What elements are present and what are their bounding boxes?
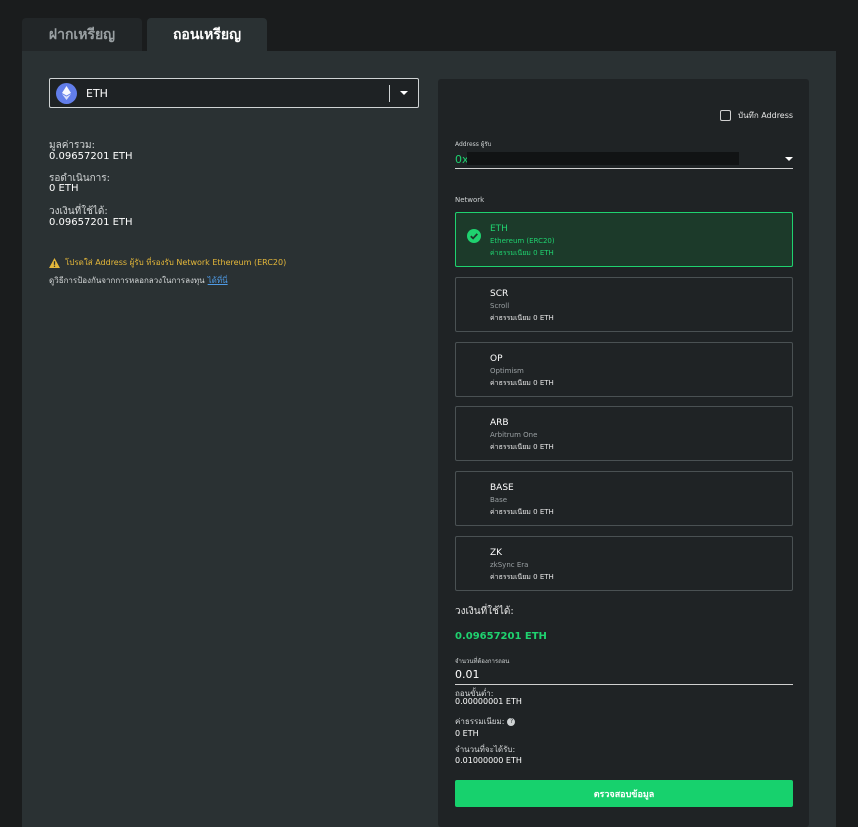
network-code: SCR	[490, 289, 509, 299]
select-divider	[389, 85, 390, 102]
save-address-label: บันทึก Address	[738, 111, 794, 120]
withdraw-panel: ETH มูลค่ารวม: 0.09657201 ETH รอดำเนินกา…	[22, 51, 836, 827]
hint-text: ดูวิธีการป้องกันจากการหลอกลวงในการลงทุน	[49, 276, 205, 285]
tab-bar: ฝากเหรียญ ถอนเหรียญ	[22, 18, 267, 51]
address-input[interactable]: 0x	[455, 150, 793, 169]
network-code: ZK	[490, 548, 503, 558]
fee-label-row: ค่าธรรมเนียม:?	[455, 715, 516, 728]
min-withdraw-value: 0.00000001 ETH	[455, 697, 522, 706]
address-label: Address ผู้รับ	[455, 141, 492, 148]
coin-select[interactable]: ETH	[49, 78, 419, 108]
network-option-arb[interactable]: ARB Arbitrum One ค่าธรรมเนียม 0 ETH	[455, 406, 793, 461]
network-name: zkSync Era	[490, 561, 529, 569]
verify-button[interactable]: ตรวจสอบข้อมูล	[455, 780, 793, 807]
save-address-checkbox[interactable]	[720, 110, 731, 121]
ethereum-icon	[56, 82, 77, 104]
tab-deposit[interactable]: ฝากเหรียญ	[22, 18, 142, 51]
network-option-op[interactable]: OP Optimism ค่าธรรมเนียม 0 ETH	[455, 342, 793, 397]
tab-withdraw[interactable]: ถอนเหรียญ	[147, 18, 267, 51]
withdraw-available-value: 0.09657201 ETH	[455, 631, 547, 642]
fee-value: 0 ETH	[455, 729, 479, 738]
withdraw-form: บันทึก Address Address ผู้รับ 0x Network…	[438, 79, 809, 827]
network-name: Optimism	[490, 367, 524, 375]
network-name: Base	[490, 496, 508, 504]
available-value: 0.09657201 ETH	[49, 217, 133, 228]
fee-label: ค่าธรรมเนียม:	[455, 717, 505, 726]
check-circle-icon	[467, 229, 481, 243]
network-name: Arbitrum One	[490, 431, 538, 439]
chevron-down-icon[interactable]	[785, 157, 793, 161]
network-option-base[interactable]: BASE Base ค่าธรรมเนียม 0 ETH	[455, 471, 793, 526]
network-code: ARB	[490, 418, 509, 428]
network-code: ETH	[490, 224, 508, 234]
network-code: OP	[490, 354, 503, 364]
network-fee: ค่าธรรมเนียม 0 ETH	[490, 314, 554, 322]
network-option-zk[interactable]: ZK zkSync Era ค่าธรรมเนียม 0 ETH	[455, 536, 793, 591]
warning-icon	[49, 257, 60, 268]
chevron-down-icon[interactable]	[400, 91, 408, 95]
warning-text: โปรดใส่ Address ผู้รับ ที่รองรับ Network…	[65, 258, 287, 267]
network-name: Scroll	[490, 302, 510, 310]
receive-label: จำนวนที่จะได้รับ:	[455, 745, 516, 754]
pending-value: 0 ETH	[49, 183, 79, 194]
network-fee: ค่าธรรมเนียม 0 ETH	[490, 249, 554, 257]
network-fee: ค่าธรรมเนียม 0 ETH	[490, 573, 554, 581]
save-address-toggle[interactable]: บันทึก Address	[720, 109, 793, 122]
scam-hint: ดูวิธีการป้องกันจากการหลอกลวงในการลงทุนไ…	[49, 274, 228, 287]
network-warning: โปรดใส่ Address ผู้รับ ที่รองรับ Network…	[49, 256, 286, 269]
help-icon[interactable]: ?	[507, 717, 516, 726]
amount-input[interactable]: 0.01	[455, 666, 793, 685]
total-value: 0.09657201 ETH	[49, 151, 133, 162]
receive-value: 0.01000000 ETH	[455, 756, 522, 765]
network-option-scr[interactable]: SCR Scroll ค่าธรรมเนียม 0 ETH	[455, 277, 793, 332]
network-fee: ค่าธรรมเนียม 0 ETH	[490, 443, 554, 451]
network-fee: ค่าธรรมเนียม 0 ETH	[490, 508, 554, 516]
coin-select-value: ETH	[86, 86, 108, 100]
network-label: Network	[455, 196, 485, 204]
withdraw-available-label: วงเงินที่ใช้ได้:	[455, 606, 514, 617]
hint-link[interactable]: ได้ที่นี่	[208, 276, 228, 285]
network-option-eth[interactable]: ETH Ethereum (ERC20) ค่าธรรมเนียม 0 ETH	[455, 212, 793, 267]
network-code: BASE	[490, 483, 514, 493]
network-fee: ค่าธรรมเนียม 0 ETH	[490, 379, 554, 387]
amount-label: จำนวนที่ต้องการถอน	[455, 658, 510, 665]
network-name: Ethereum (ERC20)	[490, 237, 555, 245]
address-redaction	[467, 152, 739, 165]
